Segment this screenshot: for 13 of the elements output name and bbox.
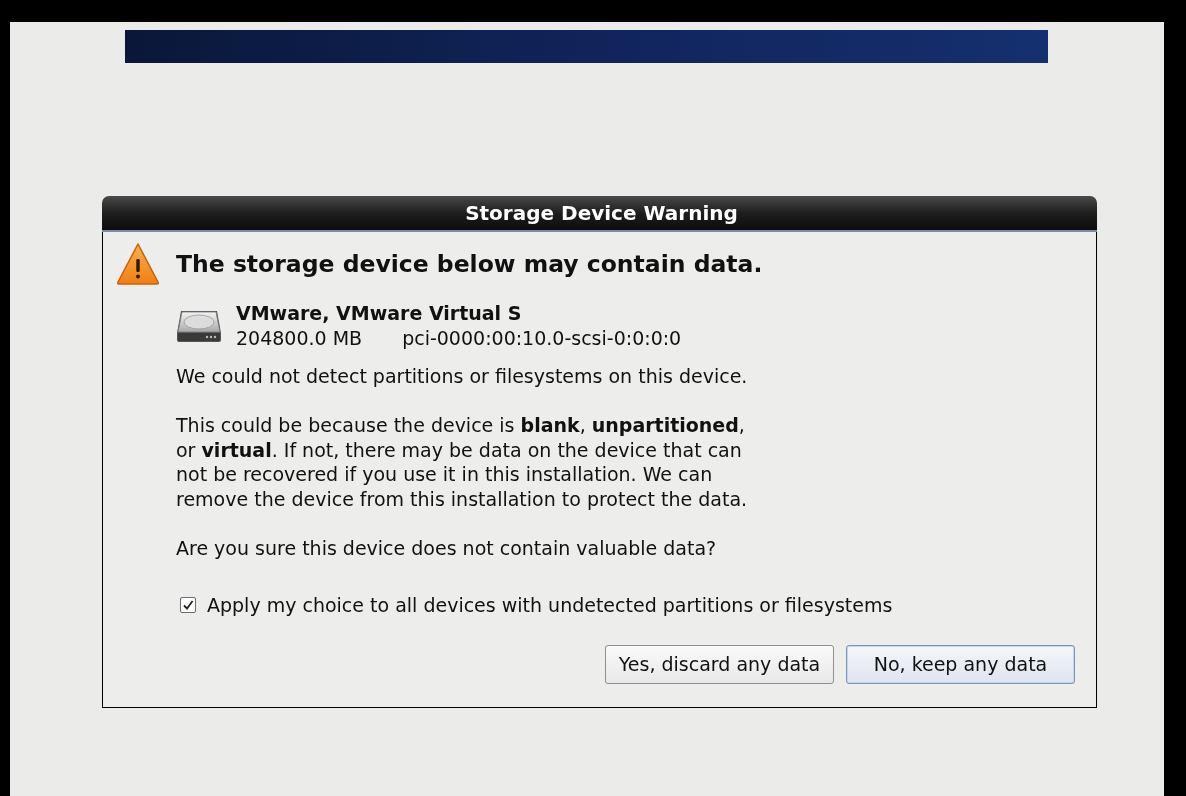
dialog-button[interactable]: No, keep any data <box>846 645 1075 684</box>
checkbox-label: Apply my choice to all devices with undetected partitions or filesystems <box>207 593 893 617</box>
dialog-button[interactable]: Yes, discard any data <box>605 645 834 684</box>
message-paragraph: This could be because the device is blank, unpartitioned, or virtual. If not, there may be data on the device that can not be recovered if you use it in this installation. We can remove the device from this installation to protect the data. <box>176 413 749 511</box>
dialog-title: Storage Device Warning <box>464 203 738 223</box>
warning-heading: The storage device below may contain data. <box>176 249 763 279</box>
message-paragraph: Are you sure this device does not contain valuable data? <box>176 535 718 560</box>
warning-icon <box>116 242 160 286</box>
device-size: 204800.0 MB <box>236 326 363 351</box>
checkbox[interactable] <box>180 597 196 613</box>
message-paragraph: We could not detect partitions or filesystems on this device. <box>176 364 749 389</box>
device-path: pci-0000:00:10.0-scsi-0:0:0:0 <box>402 326 682 351</box>
device-name: VMware, VMware Virtual S <box>236 301 523 326</box>
